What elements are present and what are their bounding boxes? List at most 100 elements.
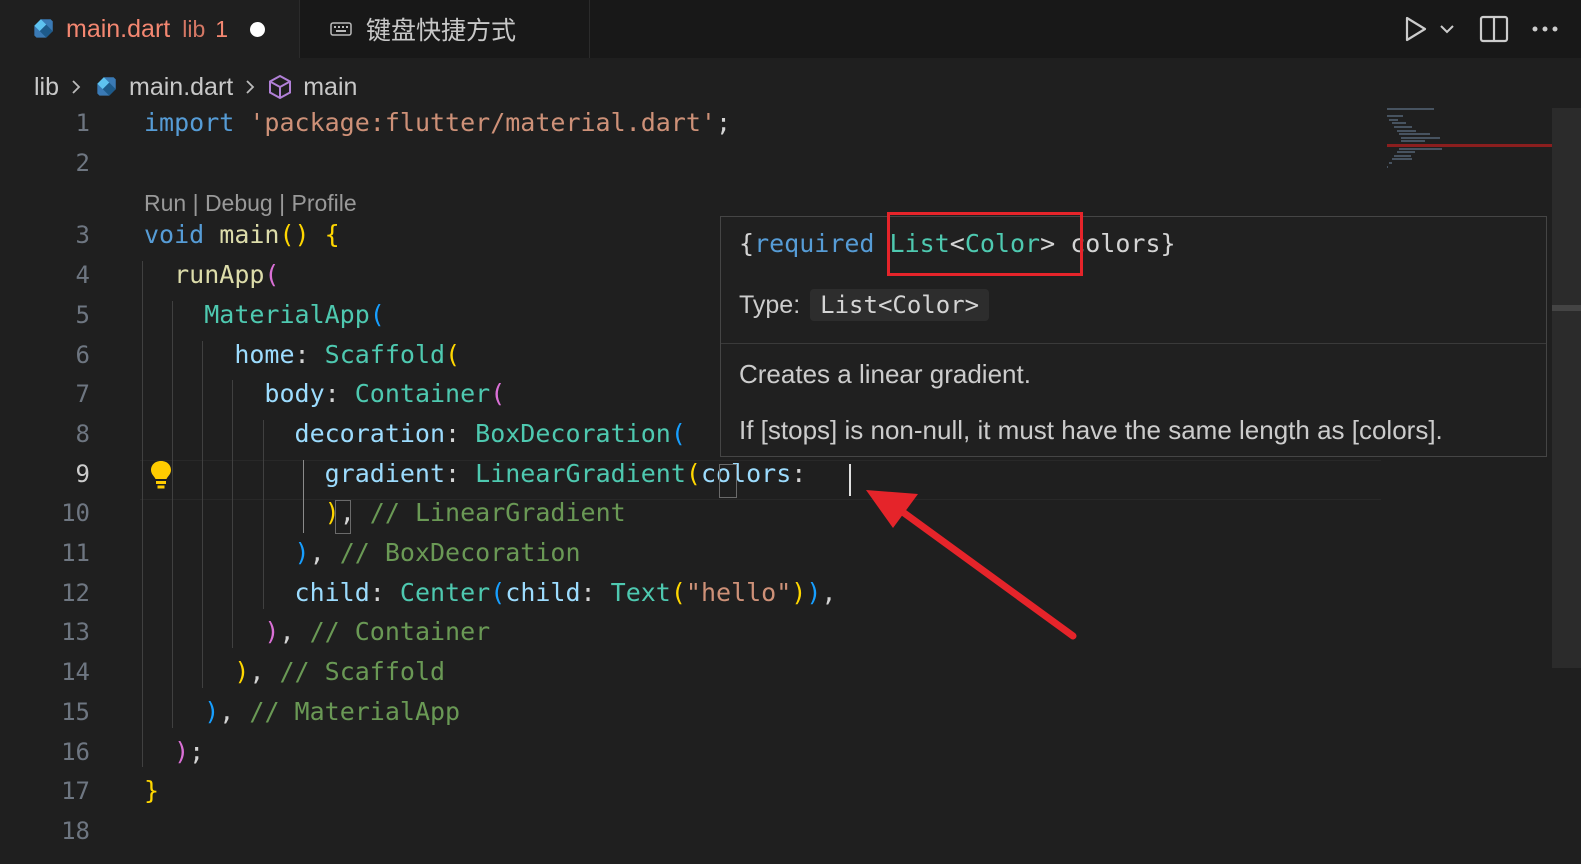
code-token: Scaffold xyxy=(324,339,446,369)
text-cursor xyxy=(849,464,851,496)
tab-main-dart[interactable]: main.dart lib 1 xyxy=(0,0,300,58)
lightbulb-icon[interactable] xyxy=(148,459,174,496)
code-line[interactable]: ), // Container xyxy=(144,617,490,646)
codelens-run-debug-profile[interactable]: Run | Debug | Profile xyxy=(144,190,357,217)
code-line[interactable]: home: Scaffold( xyxy=(144,340,460,369)
minimap-line xyxy=(1399,147,1443,150)
code-token: : xyxy=(369,577,400,607)
hover-type-line: Type: List<Color> xyxy=(739,289,990,321)
minimap-line xyxy=(1396,151,1415,154)
line-number: 15 xyxy=(61,697,90,726)
code-line[interactable]: decoration: BoxDecoration( xyxy=(144,419,686,448)
bracket-match-highlight xyxy=(719,464,737,498)
code-token: : xyxy=(445,418,476,448)
line-number: 13 xyxy=(61,618,90,647)
line-number: 12 xyxy=(61,578,90,607)
code-line[interactable]: ), // BoxDecoration xyxy=(144,538,581,567)
split-editor-button[interactable] xyxy=(1479,15,1509,43)
hover-type-value: List<Color> xyxy=(810,289,990,321)
code-token: ( xyxy=(670,418,686,448)
tab-directory: lib xyxy=(182,15,206,42)
code-line[interactable]: import 'package:flutter/material.dart'; xyxy=(144,108,731,137)
code-line[interactable]: void main() { xyxy=(144,220,340,249)
code-token: runApp xyxy=(174,260,265,290)
tab-error-count: 1 xyxy=(215,15,229,42)
code-token: ) xyxy=(264,617,280,647)
line-number: 11 xyxy=(61,539,90,567)
line-number: 6 xyxy=(75,340,90,369)
code-token: ; xyxy=(715,108,732,137)
minimap-line xyxy=(1396,129,1416,132)
code-line[interactable]: gradient: LinearGradient(colors: xyxy=(144,458,807,488)
more-actions-button[interactable] xyxy=(1531,25,1559,33)
minimap-line xyxy=(1387,165,1389,168)
line-number: 5 xyxy=(75,300,90,329)
code-token: ) xyxy=(806,577,822,607)
line-number: 18 xyxy=(61,816,90,845)
chevron-down-icon[interactable] xyxy=(1437,19,1457,39)
code-token: : xyxy=(580,577,611,607)
minimap-line xyxy=(1394,126,1413,128)
vertical-scrollbar[interactable] xyxy=(1552,108,1581,668)
code-line[interactable]: child: Center(child: Text("hello")), xyxy=(144,577,837,607)
code-token: , xyxy=(279,617,310,647)
code-line[interactable]: MaterialApp( xyxy=(144,300,385,329)
tab-label: 键盘快捷方式 xyxy=(366,17,517,45)
code-token: ) xyxy=(174,736,190,766)
line-number: 16 xyxy=(61,737,90,766)
code-line[interactable]: ), // LinearGradient xyxy=(144,498,626,527)
minimap-line xyxy=(1391,158,1413,161)
editor-actions xyxy=(1403,0,1581,58)
code-token: MaterialApp xyxy=(204,299,370,329)
code-token: decoration xyxy=(294,418,446,448)
tab-keyboard-shortcuts[interactable]: 键盘快捷方式 xyxy=(300,0,590,58)
minimap-line xyxy=(1387,108,1434,110)
code-token: LinearGradient xyxy=(475,458,686,488)
code-token: () xyxy=(279,220,310,250)
code-token: child xyxy=(505,577,581,607)
code-token: , xyxy=(821,577,837,607)
code-line[interactable]: ); xyxy=(144,737,204,766)
run-icon xyxy=(1405,16,1427,42)
code-token: main xyxy=(219,220,280,250)
code-token: ( xyxy=(264,260,280,290)
code-token: BoxDecoration xyxy=(475,418,671,448)
line-number: 9 xyxy=(75,459,90,488)
code-token: ; xyxy=(189,736,205,766)
hover-tooltip: {required List<Color> colors} Type: List… xyxy=(720,216,1547,457)
line-number: 17 xyxy=(61,777,90,806)
code-token: : xyxy=(294,339,325,369)
line-number: 4 xyxy=(75,261,90,290)
split-editor-icon xyxy=(1479,15,1509,43)
breadcrumb-file[interactable]: main.dart xyxy=(93,73,233,102)
minimap-line xyxy=(1387,115,1403,118)
code-token: home xyxy=(234,339,295,369)
dart-file-icon xyxy=(97,77,116,96)
minimap-line xyxy=(1401,140,1426,143)
breadcrumb-symbol[interactable]: main xyxy=(267,73,357,102)
code-token: Center xyxy=(399,577,491,607)
code-line[interactable]: } xyxy=(144,776,159,805)
breadcrumb-folder[interactable]: lib xyxy=(34,73,59,102)
sig-required: required xyxy=(754,229,875,258)
line-number: 8 xyxy=(75,419,90,448)
minimap-line xyxy=(1401,136,1440,139)
tab-filename: main.dart xyxy=(66,14,171,43)
code-line[interactable]: body: Container( xyxy=(144,379,505,408)
code-token: ( xyxy=(685,458,701,488)
code-line[interactable]: ), // Scaffold xyxy=(144,657,445,686)
minimap-error-marker xyxy=(1387,144,1552,147)
code-token: body xyxy=(264,379,325,409)
line-number: 14 xyxy=(61,658,90,687)
unsaved-dot-icon[interactable] xyxy=(250,21,266,37)
code-line[interactable]: runApp( xyxy=(144,260,279,289)
scrollbar-thumb[interactable] xyxy=(1552,305,1581,311)
run-button[interactable] xyxy=(1403,15,1457,43)
minimap[interactable] xyxy=(1387,108,1552,178)
code-line[interactable]: ), // MaterialApp xyxy=(144,697,460,726)
